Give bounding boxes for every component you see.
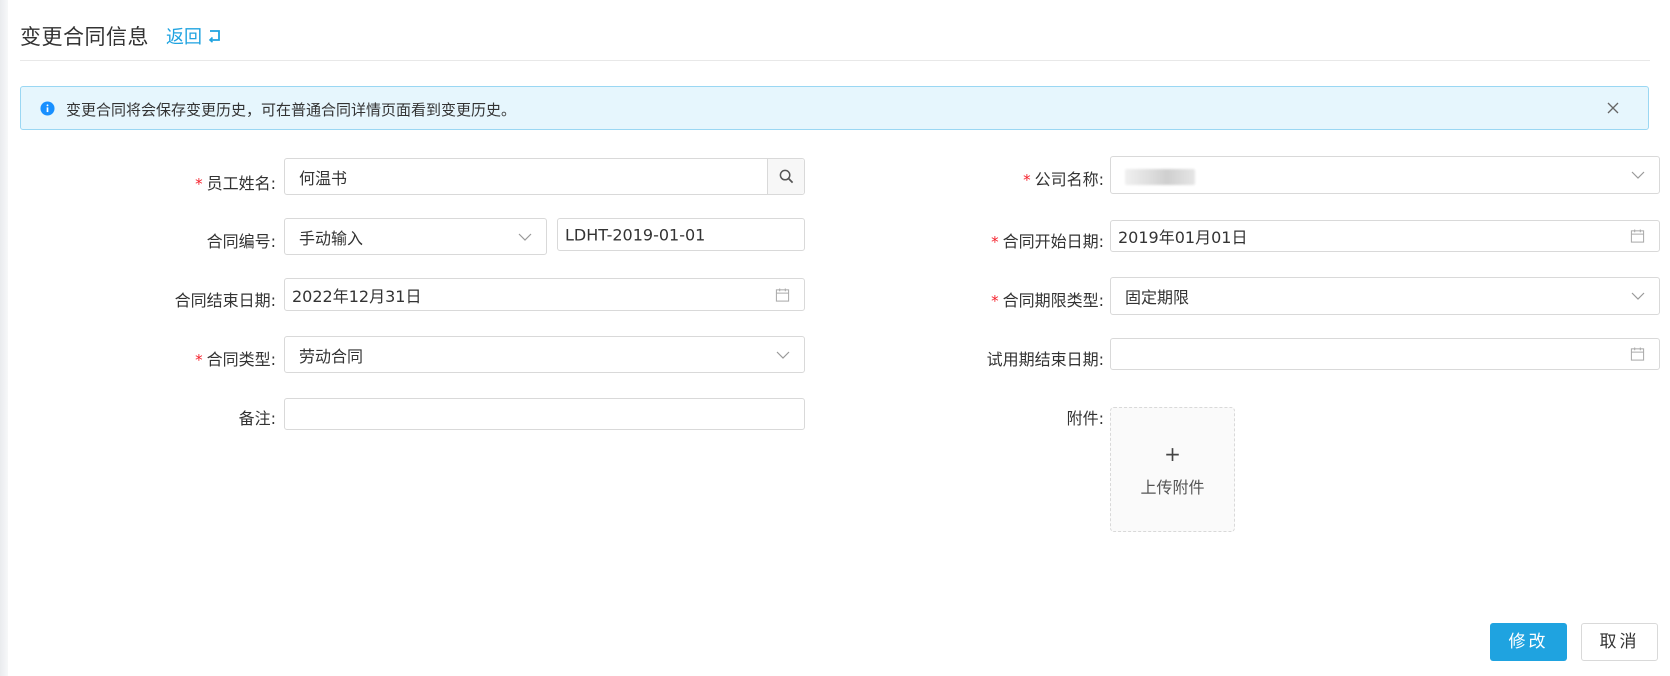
end-date-picker[interactable]: 2022年12月31日 <box>284 278 805 311</box>
term-type-value: 固定期限 <box>1125 288 1190 307</box>
calendar-icon <box>1630 347 1645 361</box>
upload-attachment-label: 上传附件 <box>1140 478 1205 497</box>
contract-number-value: LDHT-2019-01-01 <box>565 225 706 244</box>
end-date-label: 合同结束日期: <box>174 291 276 310</box>
alert-message: 变更合同将会保存变更历史，可在普通合同详情页面看到变更历史。 <box>66 101 517 119</box>
close-icon[interactable] <box>1606 101 1620 115</box>
term-type-label: * 合同期限类型: <box>991 291 1104 310</box>
employee-name-field[interactable]: 何温书 <box>284 158 805 195</box>
cancel-button[interactable]: 取消 <box>1581 623 1658 661</box>
back-link-label: 返回 <box>166 27 202 48</box>
required-mark: * <box>1023 171 1031 189</box>
remark-label: 备注: <box>238 409 276 428</box>
page-title: 变更合同信息 <box>20 25 149 49</box>
chevron-down-icon <box>518 233 532 241</box>
required-mark: * <box>195 175 203 193</box>
page-header: 变更合同信息 返回 <box>20 18 1650 61</box>
contract-type-select[interactable]: 劳动合同 <box>284 336 805 373</box>
chevron-down-icon <box>1631 171 1645 179</box>
required-mark: * <box>991 292 999 310</box>
search-icon <box>779 169 794 184</box>
contract-change-page: 变更合同信息 返回 变更合同将会保存变更历史，可在普通合同详情页面看到变更历史。… <box>0 0 1670 676</box>
calendar-icon <box>1630 229 1645 243</box>
info-icon <box>40 101 55 116</box>
start-date-value: 2019年01月01日 <box>1118 228 1248 247</box>
submit-button[interactable]: 修改 <box>1490 623 1567 661</box>
required-mark: * <box>991 233 999 251</box>
contract-number-mode-value: 手动输入 <box>299 228 364 248</box>
company-name-select[interactable] <box>1110 156 1660 194</box>
chevron-down-icon <box>776 351 790 359</box>
contract-type-value: 劳动合同 <box>299 346 364 366</box>
company-name-blurred-value <box>1125 169 1195 185</box>
contract-number-mode-select[interactable]: 手动输入 <box>284 218 547 255</box>
required-mark: * <box>195 351 203 369</box>
probation-end-picker[interactable] <box>1110 338 1660 370</box>
employee-name-label: * 员工姓名: <box>195 174 276 193</box>
info-alert: 变更合同将会保存变更历史，可在普通合同详情页面看到变更历史。 <box>20 86 1649 130</box>
chevron-down-icon <box>1631 292 1645 300</box>
contract-number-input[interactable]: LDHT-2019-01-01 <box>557 218 805 251</box>
probation-end-label: 试用期结束日期: <box>986 350 1104 369</box>
remark-input[interactable] <box>284 398 805 430</box>
contract-number-label: 合同编号: <box>206 232 276 251</box>
return-arrow-icon <box>208 30 220 43</box>
back-link[interactable]: 返回 <box>166 23 222 49</box>
employee-search-button[interactable] <box>767 159 804 194</box>
start-date-label: * 合同开始日期: <box>991 232 1104 251</box>
company-name-label: * 公司名称: <box>1023 170 1104 189</box>
plus-icon: + <box>1164 442 1181 466</box>
end-date-value: 2022年12月31日 <box>292 286 422 306</box>
left-edge-shadow <box>0 0 8 676</box>
calendar-icon <box>775 287 790 302</box>
contract-type-label: * 合同类型: <box>195 350 276 369</box>
employee-name-value: 何温书 <box>299 168 348 188</box>
start-date-picker[interactable]: 2019年01月01日 <box>1110 220 1660 252</box>
term-type-select[interactable]: 固定期限 <box>1110 277 1660 315</box>
upload-attachment-button[interactable]: + 上传附件 <box>1110 407 1235 532</box>
attachment-label: 附件: <box>1066 409 1104 428</box>
